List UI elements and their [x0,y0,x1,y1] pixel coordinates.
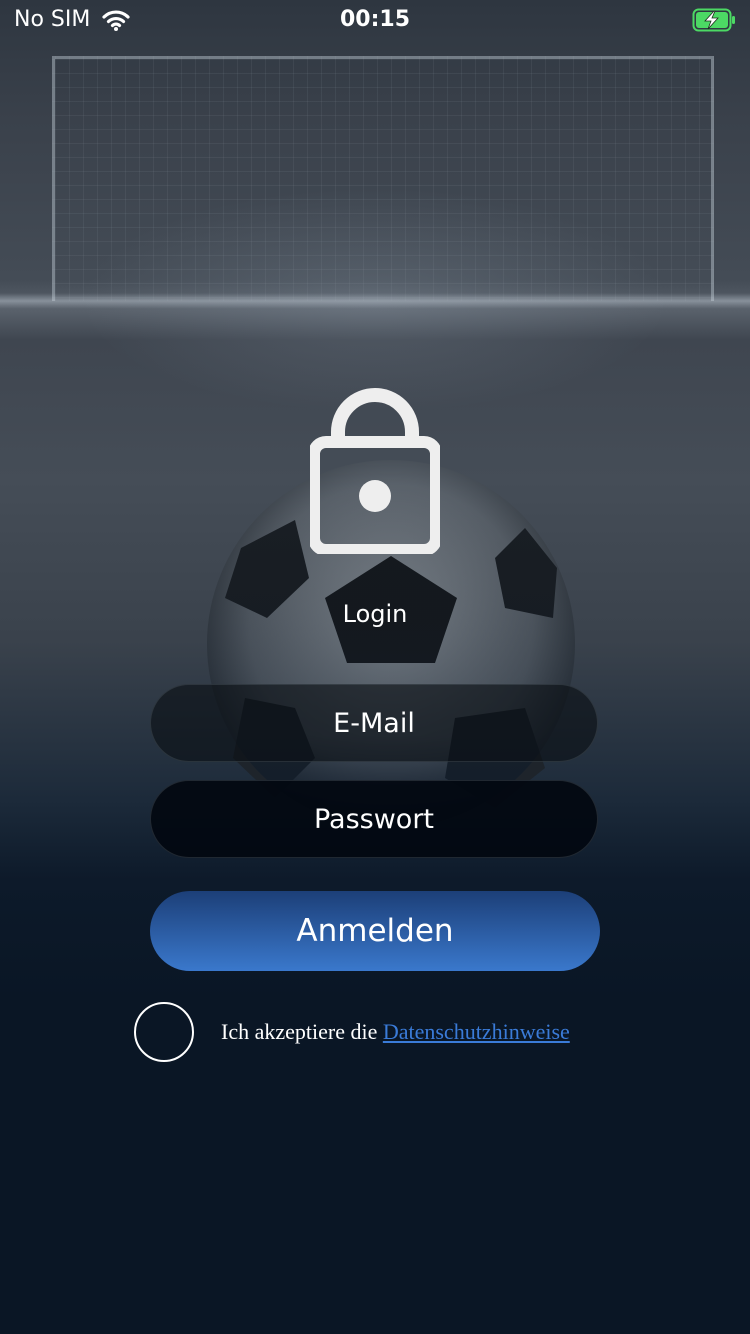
privacy-policy-link[interactable]: Datenschutzhinweise [383,1019,570,1044]
status-time: 00:15 [339,7,411,32]
status-bar: No SIM 00:15 [0,0,750,40]
privacy-consent-text: Ich akzeptiere die Datenschutzhinweise [221,1019,570,1045]
login-button-label: Anmelden [296,913,454,949]
lock-icon [310,388,440,554]
field-line [0,293,750,309]
email-field[interactable] [150,684,598,762]
login-title: Login [342,600,408,628]
login-button[interactable]: Anmelden [150,891,600,971]
consent-prefix: Ich akzeptiere die [221,1019,383,1044]
battery-charging-icon [692,8,735,32]
privacy-consent-checkbox[interactable] [134,1002,194,1062]
goal-net-image [52,56,714,301]
password-field[interactable] [150,780,598,858]
